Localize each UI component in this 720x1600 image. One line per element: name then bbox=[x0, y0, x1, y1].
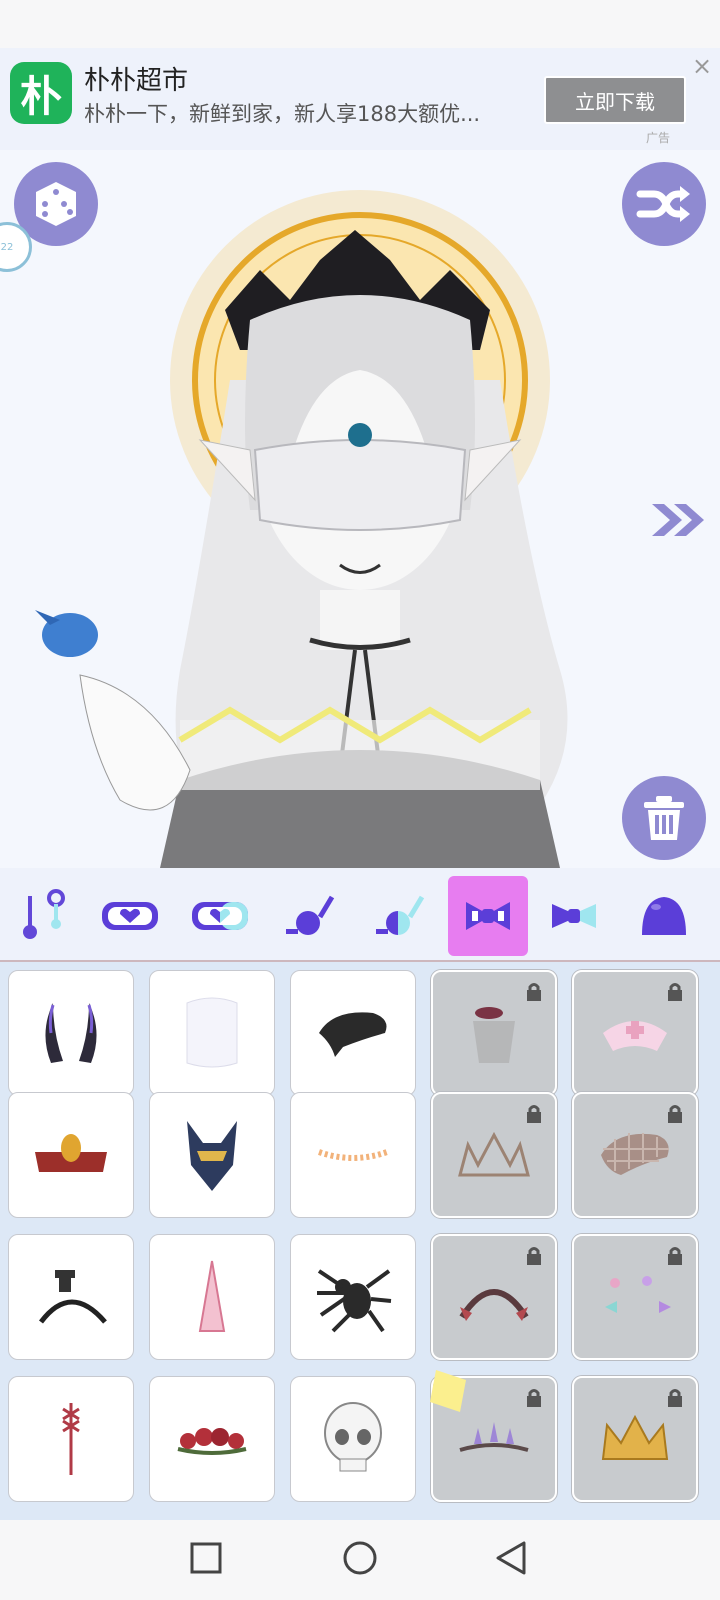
tab-bow-small[interactable] bbox=[534, 876, 614, 956]
hat-icon bbox=[642, 897, 686, 935]
shuffle-button[interactable] bbox=[622, 162, 706, 246]
item-tiara[interactable] bbox=[431, 1092, 557, 1218]
item-spider[interactable] bbox=[290, 1234, 416, 1360]
anubis-mask-icon bbox=[187, 1121, 237, 1191]
ad-title[interactable]: 朴朴超市 bbox=[84, 60, 188, 97]
back-icon[interactable] bbox=[494, 1540, 528, 1576]
cobra-crown-icon bbox=[35, 1134, 107, 1172]
ad-banner[interactable]: 朴 朴朴超市 朴朴一下，新鲜到家，新人享188大额优... 立即下载 × 广告 bbox=[0, 48, 720, 150]
tab-earrings[interactable] bbox=[0, 876, 80, 956]
plaid-beret-icon bbox=[601, 1133, 669, 1175]
item-ribbon[interactable] bbox=[8, 1376, 134, 1502]
lace-headband-icon bbox=[459, 1289, 529, 1321]
rose-crown-icon bbox=[177, 1428, 247, 1455]
lock-icon bbox=[668, 1105, 682, 1123]
item-skull[interactable] bbox=[290, 1376, 416, 1502]
monocle-half-icon bbox=[376, 895, 425, 935]
ribbon-icon bbox=[62, 1403, 80, 1475]
ad-description[interactable]: 朴朴一下，新鲜到家，新人享188大额优... bbox=[84, 98, 534, 128]
bow-icon bbox=[466, 902, 510, 930]
next-arrow-icon[interactable] bbox=[650, 502, 708, 538]
status-bar bbox=[0, 0, 720, 48]
unicorn-horn-icon bbox=[198, 1260, 226, 1332]
item-gold-crown[interactable] bbox=[572, 1376, 698, 1502]
trash-icon bbox=[644, 796, 684, 840]
ad-download-button[interactable]: 立即下载 bbox=[544, 76, 686, 124]
item-anubis-mask[interactable] bbox=[149, 1092, 275, 1218]
item-grid bbox=[0, 962, 720, 1520]
heart-mask-icon bbox=[102, 902, 158, 930]
close-icon[interactable]: × bbox=[690, 54, 714, 78]
item-beret[interactable] bbox=[290, 970, 416, 1096]
fascinator-icon bbox=[473, 1007, 515, 1063]
tab-monocle-half[interactable] bbox=[360, 876, 440, 956]
bows-clips-icon bbox=[605, 1276, 671, 1313]
horns-icon bbox=[45, 1003, 97, 1063]
tab-heart-mask[interactable] bbox=[90, 876, 170, 956]
item-veil[interactable] bbox=[149, 970, 275, 1096]
item-cobra-crown[interactable] bbox=[8, 1092, 134, 1218]
veil-icon bbox=[186, 997, 238, 1068]
lock-icon bbox=[527, 1247, 541, 1265]
item-fascinator[interactable] bbox=[431, 970, 557, 1096]
tiara-icon bbox=[458, 1131, 530, 1177]
sparkle-icon bbox=[430, 1370, 466, 1412]
glitter-band-icon bbox=[318, 1149, 388, 1161]
item-lace-headband[interactable] bbox=[431, 1234, 557, 1360]
item-glitter-band[interactable] bbox=[290, 1092, 416, 1218]
character-illustration bbox=[35, 190, 568, 868]
lock-icon bbox=[527, 983, 541, 1001]
item-bows-clips[interactable] bbox=[572, 1234, 698, 1360]
monocle-icon bbox=[286, 895, 335, 935]
ad-label: 广告 bbox=[646, 131, 671, 145]
item-nurse-cap[interactable] bbox=[572, 970, 698, 1096]
tab-monocle[interactable] bbox=[270, 876, 350, 956]
earrings-icon bbox=[23, 889, 65, 939]
ad-app-logo[interactable]: 朴 bbox=[10, 62, 72, 124]
bow-small-icon bbox=[552, 904, 596, 928]
lock-icon bbox=[668, 983, 682, 1001]
tab-bow[interactable] bbox=[448, 876, 528, 956]
category-tabs bbox=[0, 868, 720, 962]
rook-headband-icon bbox=[39, 1270, 107, 1324]
beret-icon bbox=[319, 1012, 387, 1057]
lock-icon bbox=[527, 1389, 541, 1407]
tab-half-mask[interactable] bbox=[180, 876, 260, 956]
dice-icon bbox=[36, 182, 76, 226]
home-icon[interactable] bbox=[342, 1540, 378, 1576]
skull-icon bbox=[324, 1402, 382, 1472]
system-nav-bar bbox=[0, 1520, 720, 1600]
shuffle-icon bbox=[636, 186, 690, 222]
gold-crown-icon bbox=[601, 1414, 669, 1460]
lock-icon bbox=[668, 1247, 682, 1265]
lock-icon bbox=[527, 1105, 541, 1123]
lock-icon bbox=[668, 1389, 682, 1407]
delete-button[interactable] bbox=[622, 776, 706, 860]
nurse-cap-icon bbox=[603, 1021, 667, 1051]
spider-icon bbox=[317, 1269, 392, 1333]
item-rook-headband[interactable] bbox=[8, 1234, 134, 1360]
crystal-tiara-icon bbox=[459, 1422, 529, 1452]
tab-hat[interactable] bbox=[624, 876, 704, 956]
recent-apps-icon[interactable] bbox=[190, 1542, 222, 1574]
item-rose-crown[interactable] bbox=[149, 1376, 275, 1502]
half-mask-icon bbox=[192, 902, 248, 930]
character-canvas: 22 bbox=[0, 150, 720, 868]
item-plaid-beret[interactable] bbox=[572, 1092, 698, 1218]
item-unicorn-horn[interactable] bbox=[149, 1234, 275, 1360]
item-horns[interactable] bbox=[8, 970, 134, 1096]
